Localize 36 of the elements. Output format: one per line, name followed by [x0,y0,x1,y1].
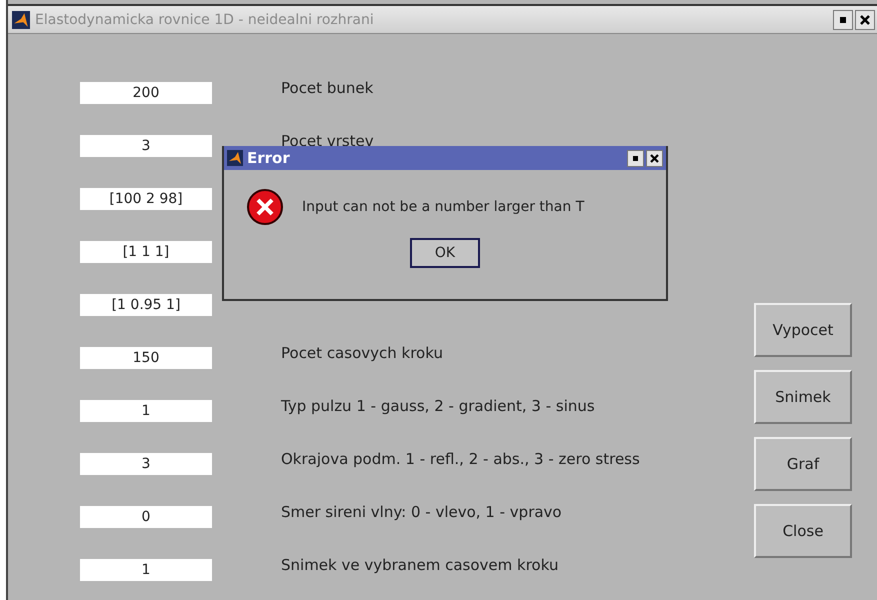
field-label: Pocet casovych kroku [281,344,443,362]
input-field[interactable]: 1 [80,400,212,422]
input-field[interactable]: 150 [80,347,212,369]
action-button[interactable]: Vypocet [754,303,852,357]
error-icon [246,188,284,226]
minimize-icon [633,156,638,160]
input-field[interactable]: [1 1 1] [80,241,212,263]
field-label: Pocet bunek [281,79,374,97]
action-button[interactable]: Snimek [754,370,852,424]
input-field[interactable]: 1 [80,559,212,581]
field-label: Typ pulzu 1 - gauss, 2 - gradient, 3 - sinus [281,397,595,415]
window-title: Elastodynamicka rovnice 1D - neidealni rozhrani [35,12,375,28]
minimize-icon [840,16,846,22]
input-field[interactable]: [100 2 98] [80,188,212,210]
dialog-title: Error [247,149,291,167]
field-label: Pocet vrstev [281,132,374,150]
close-icon [860,14,870,24]
minimize-button[interactable] [833,10,853,30]
ok-button[interactable]: OK [410,238,480,268]
app-logo-icon [227,150,243,166]
input-field[interactable]: 3 [80,135,212,157]
close-button[interactable] [646,150,663,166]
input-field[interactable]: [1 0.95 1] [80,294,212,316]
close-button[interactable] [855,10,875,30]
field-label: Smer sireni vlny: 0 - vlevo, 1 - vpravo [281,503,562,521]
error-message: Input can not be a number larger than T [302,199,584,215]
input-field[interactable]: 0 [80,506,212,528]
close-icon [650,154,659,162]
action-button[interactable]: Close [754,504,852,558]
action-button[interactable]: Graf [754,437,852,491]
input-field[interactable]: 200 [80,82,212,104]
field-label: Snimek ve vybranem casovem kroku [281,556,558,574]
field-label: Okrajova podm. 1 - refl., 2 - abs., 3 - zero stress [281,450,640,468]
input-field[interactable]: 3 [80,453,212,475]
app-logo-icon [12,10,30,28]
minimize-button[interactable] [627,150,644,166]
